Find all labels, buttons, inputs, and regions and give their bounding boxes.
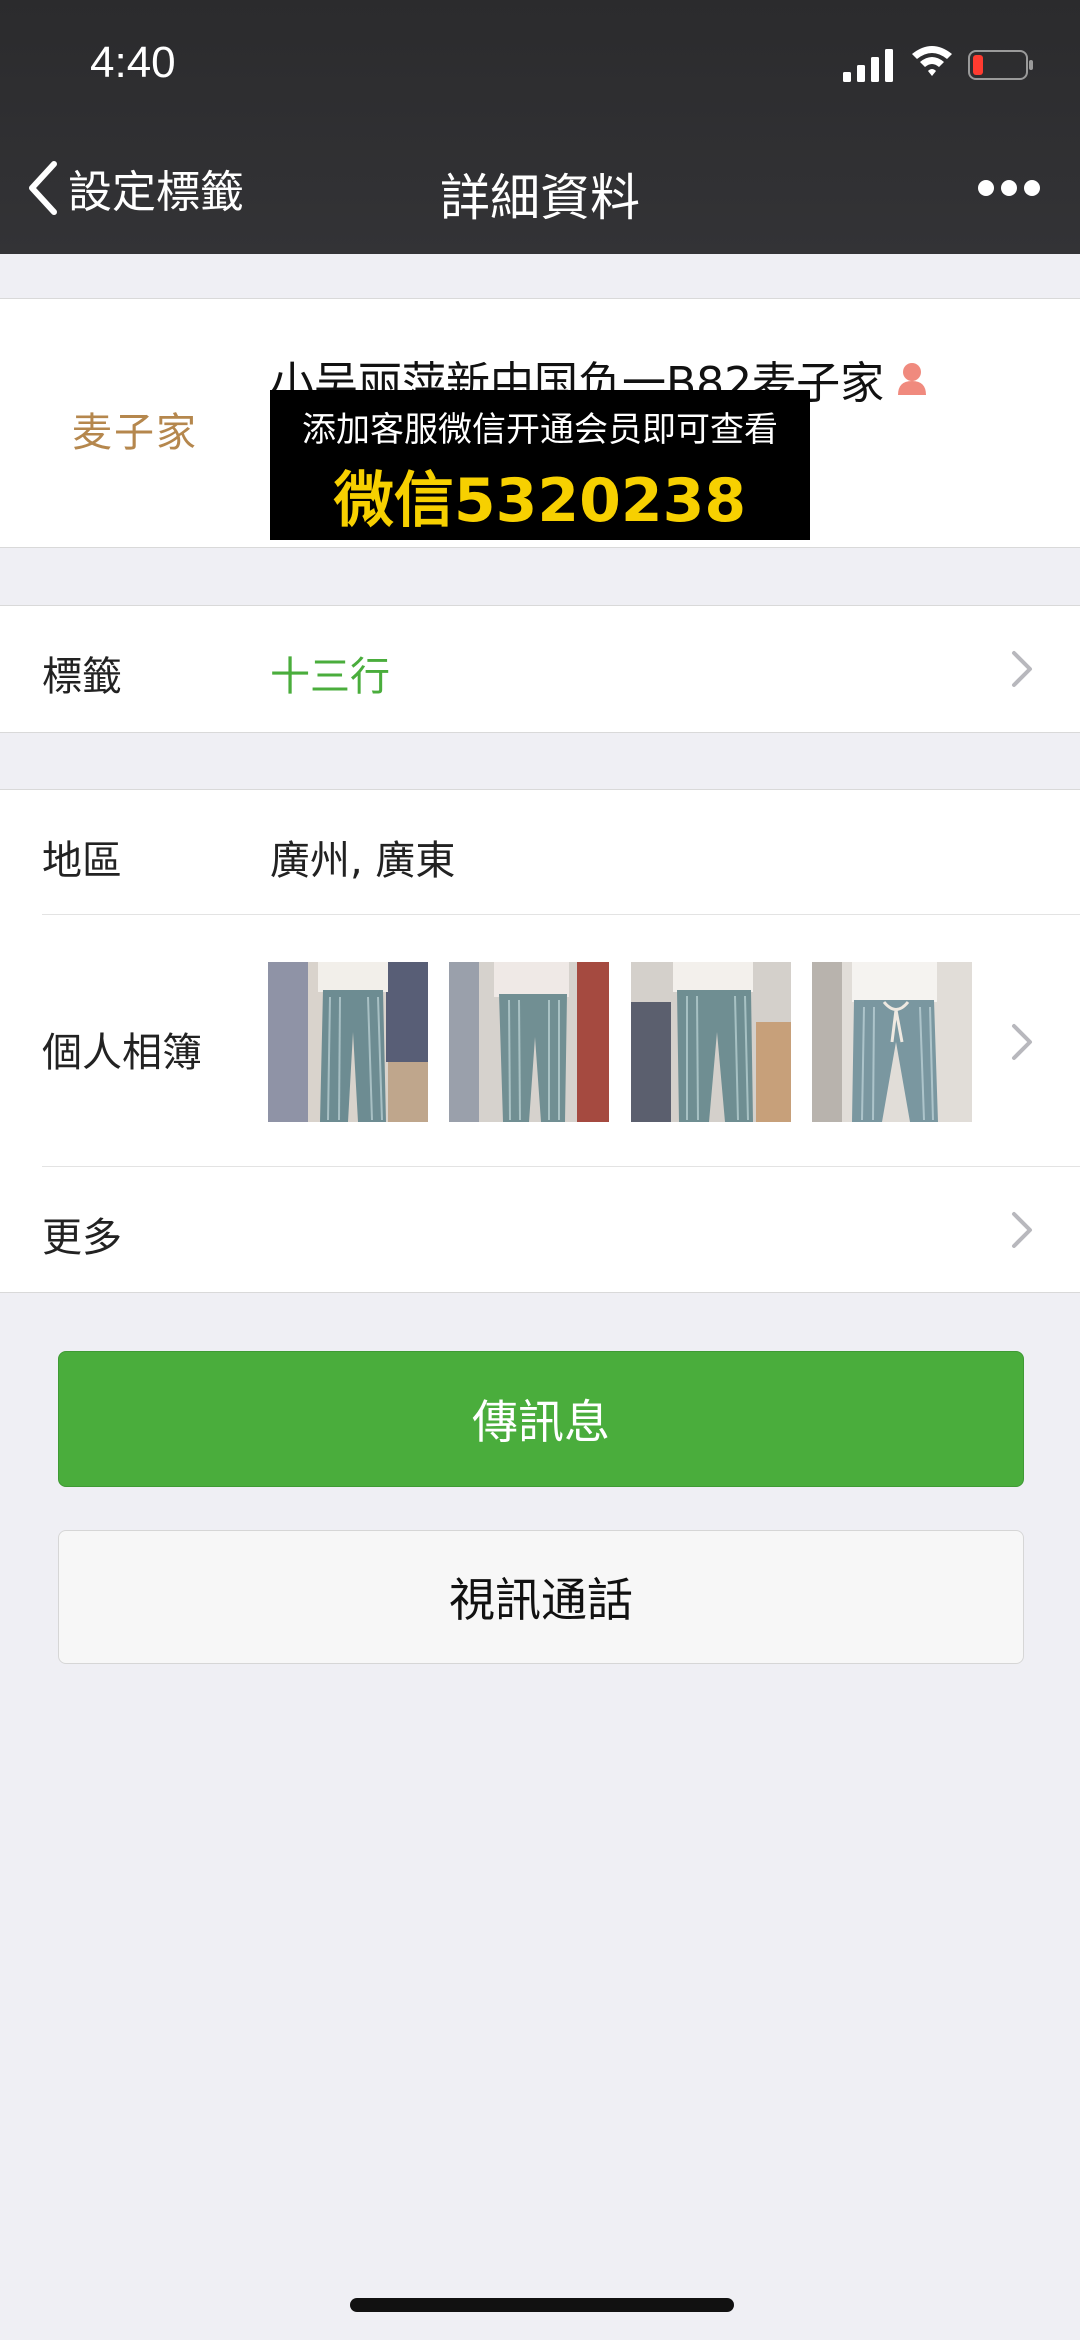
more-row[interactable]: 更多 bbox=[0, 1167, 1080, 1292]
ad-text-line2: 微信5320238 bbox=[333, 466, 747, 536]
chevron-right-icon bbox=[1012, 1212, 1032, 1248]
chevron-right-icon bbox=[1012, 651, 1032, 687]
more-options-icon[interactable] bbox=[976, 176, 1042, 200]
ad-text-line1: 添加客服微信开通会员即可查看 bbox=[302, 410, 778, 450]
home-indicator[interactable] bbox=[350, 2298, 734, 2312]
album-photo-2[interactable] bbox=[449, 962, 609, 1122]
album-photo-4[interactable] bbox=[812, 962, 972, 1122]
cellular-signal-icon bbox=[843, 49, 893, 82]
chevron-right-icon bbox=[1012, 1024, 1032, 1060]
album-photo-3[interactable] bbox=[631, 962, 791, 1122]
page-title: 詳細資料 bbox=[440, 169, 640, 227]
detail-group: 地區 廣州, 廣東 個人相簿 更多 bbox=[0, 789, 1080, 1293]
wifi-icon bbox=[912, 46, 952, 76]
battery-low-icon bbox=[968, 50, 1033, 80]
video-call-button[interactable]: 視訊通話 bbox=[58, 1530, 1024, 1664]
region-label: 地區 bbox=[42, 838, 122, 884]
tag-value: 十三行 bbox=[270, 654, 390, 700]
region-row: 地區 廣州, 廣東 bbox=[0, 790, 1080, 914]
female-gender-icon bbox=[898, 363, 927, 395]
avatar[interactable]: 麦子家 bbox=[60, 359, 210, 499]
region-value: 廣州, 廣東 bbox=[270, 838, 456, 884]
album-label: 個人相簿 bbox=[42, 1030, 202, 1076]
overlay-ad-banner: 添加客服微信开通会员即可查看 微信5320238 bbox=[270, 390, 810, 540]
tag-row[interactable]: 標籤 十三行 bbox=[0, 605, 1080, 733]
status-time: 4:40 bbox=[90, 38, 176, 87]
album-photo-1[interactable] bbox=[268, 962, 428, 1122]
tag-label: 標籤 bbox=[42, 654, 122, 700]
more-label: 更多 bbox=[42, 1215, 122, 1261]
send-message-button[interactable]: 傳訊息 bbox=[58, 1351, 1024, 1487]
